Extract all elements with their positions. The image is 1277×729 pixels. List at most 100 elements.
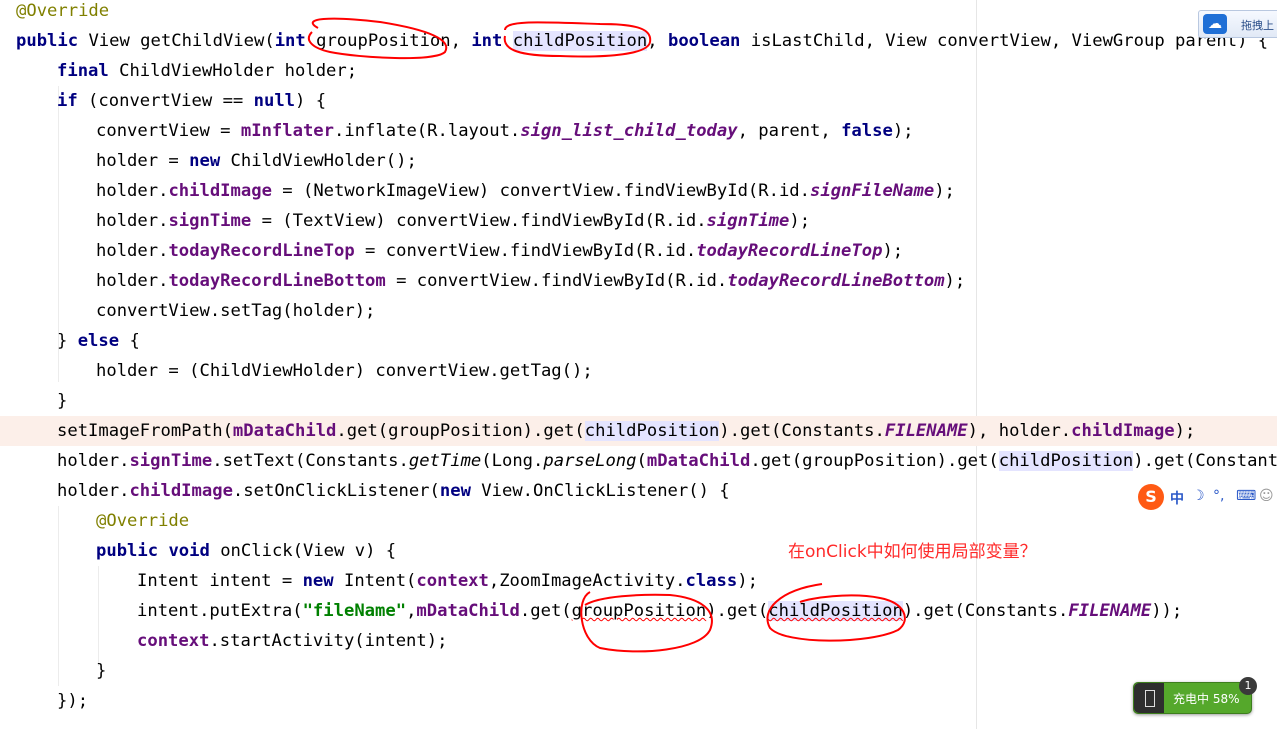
moon-icon[interactable]: ☽ — [1192, 488, 1205, 504]
baidu-widget-label: 拖拽上 — [1241, 19, 1274, 32]
code-line[interactable]: } — [57, 386, 67, 416]
code-text: ChildViewHolder holder; — [108, 61, 358, 81]
keyword: boolean — [667, 31, 741, 51]
code-text: ); — [737, 571, 758, 591]
ime-lang-toggle[interactable]: 中 — [1170, 488, 1184, 508]
keyword: if — [57, 91, 78, 111]
code-line[interactable]: convertView = mInflater.inflate(R.layout… — [96, 116, 914, 146]
keyword: final — [57, 61, 109, 81]
battery-status-text: 充电中 58% — [1173, 692, 1240, 706]
keyword: public — [16, 31, 79, 51]
code-line[interactable]: context.startActivity(intent); — [137, 626, 447, 656]
error-group-position[interactable]: groupPosition — [572, 601, 707, 621]
field: childImage — [168, 181, 272, 201]
code-text: .get( — [519, 601, 572, 621]
keyword: public — [96, 541, 159, 561]
code-line[interactable]: @Override — [96, 506, 189, 536]
baidu-cloud-widget[interactable]: ☁ 拖拽上 — [1198, 10, 1277, 38]
code-line[interactable]: holder.todayRecordLineBottom = convertVi… — [96, 266, 965, 296]
field: signTime — [129, 451, 213, 471]
field: context — [137, 631, 210, 651]
code-text: }); — [57, 691, 89, 711]
keyword: int — [471, 31, 503, 51]
code-line[interactable]: holder.signTime = (TextView) convertView… — [96, 206, 810, 236]
code-text: )); — [1151, 601, 1183, 621]
code-text: setImageFromPath( — [57, 421, 233, 441]
field: mDataChild — [646, 451, 751, 471]
code-text: .inflate(R.layout. — [334, 121, 521, 141]
code-line[interactable]: holder.childImage.setOnClickListener(new… — [57, 476, 730, 506]
field: childImage — [1071, 421, 1175, 441]
static-method: parseLong — [543, 451, 637, 471]
code-text: Intent( — [333, 571, 417, 591]
code-text: , — [647, 31, 668, 51]
keyword: null — [253, 91, 296, 111]
code-text: intent.putExtra( — [137, 601, 303, 621]
code-line-current[interactable]: setImageFromPath(mDataChild.get(groupPos… — [0, 416, 1277, 446]
code-line[interactable]: if (convertView == null) { — [57, 86, 326, 116]
code-text: , parent, — [737, 121, 842, 141]
static-field: sign_list_child_today — [520, 121, 738, 141]
usage-child-position[interactable]: childPosition — [584, 421, 720, 441]
code-text: ); — [1174, 421, 1196, 441]
code-text: convertView = — [96, 121, 241, 141]
code-text: isLastChild, View convertView, ViewGroup… — [740, 31, 1269, 51]
code-line[interactable]: @Override — [16, 0, 109, 26]
keyword: class — [685, 571, 738, 591]
code-text: ), holder. — [967, 421, 1072, 441]
code-text: Intent intent = — [137, 571, 303, 591]
code-text: holder = — [96, 151, 190, 171]
keyword: new — [439, 481, 471, 501]
code-line[interactable]: holder = (ChildViewHolder) convertView.g… — [96, 356, 593, 386]
static-field: signFileName — [810, 181, 935, 201]
field: todayRecordLineBottom — [168, 271, 386, 291]
code-line[interactable]: final ChildViewHolder holder; — [57, 56, 357, 86]
param-child-position[interactable]: childPosition — [512, 31, 648, 51]
indent-guide — [58, 506, 59, 686]
code-text: ).get(Constants. — [719, 421, 885, 441]
cloud-icon: ☁ — [1203, 14, 1227, 34]
code-line[interactable]: } else { — [57, 326, 140, 356]
code-line[interactable]: holder.todayRecordLineTop = convertView.… — [96, 236, 903, 266]
code-text: ); — [892, 121, 914, 141]
static-field: todayRecordLineTop — [696, 241, 883, 261]
field: mDataChild — [232, 421, 337, 441]
keyword: new — [302, 571, 334, 591]
code-line[interactable]: }); — [57, 686, 88, 716]
sogou-logo-icon[interactable]: S — [1138, 484, 1164, 510]
code-text: = (TextView) convertView.findViewById(R.… — [251, 211, 707, 231]
field: mInflater — [240, 121, 335, 141]
code-text: .setOnClickListener( — [232, 481, 440, 501]
code-text: ChildViewHolder(); — [220, 151, 417, 171]
field: childImage — [129, 481, 233, 501]
code-text: ); — [789, 211, 811, 231]
battery-icon — [1134, 683, 1164, 713]
battery-status-popup[interactable]: 充电中 58% 1 — [1133, 677, 1257, 714]
code-line[interactable]: holder.childImage = (NetworkImageView) c… — [96, 176, 955, 206]
code-line[interactable]: holder.signTime.setText(Constants.getTim… — [57, 446, 1277, 476]
static-method: getTime — [408, 451, 482, 471]
code-text: holder. — [57, 481, 130, 501]
code-text: (convertView == — [77, 91, 254, 111]
code-line[interactable]: holder = new ChildViewHolder(); — [96, 146, 417, 176]
code-line[interactable]: public void onClick(View v) { — [96, 536, 396, 566]
user-icon[interactable]: ☺ — [1259, 488, 1274, 504]
ime-toolbar[interactable]: S 中 ☽ °, ⌨ ☺ — [1138, 484, 1277, 512]
code-text: .get(groupPosition).get( — [336, 421, 585, 441]
code-line[interactable]: Intent intent = new Intent(context,ZoomI… — [137, 566, 758, 596]
code-line[interactable]: intent.putExtra("fileName",mDataChild.ge… — [137, 596, 1182, 626]
punctuation-icon[interactable]: °, — [1213, 488, 1224, 504]
code-line[interactable]: convertView.setTag(holder); — [96, 296, 375, 326]
code-text: } — [96, 661, 107, 681]
keyboard-icon[interactable]: ⌨ — [1236, 488, 1256, 504]
error-child-position[interactable]: childPosition — [768, 601, 903, 621]
code-text: View.OnClickListener() { — [470, 481, 730, 501]
usage-child-position[interactable]: childPosition — [998, 451, 1134, 471]
code-line[interactable]: } — [96, 656, 106, 686]
field: todayRecordLineTop — [168, 241, 355, 261]
code-line-signature[interactable]: public View getChildView(int groupPositi… — [16, 26, 1268, 56]
code-text: ).get( — [706, 601, 769, 621]
code-editor[interactable]: @Override public View getChildView(int g… — [0, 0, 1277, 729]
code-text: convertView.setTag(holder); — [96, 301, 376, 321]
